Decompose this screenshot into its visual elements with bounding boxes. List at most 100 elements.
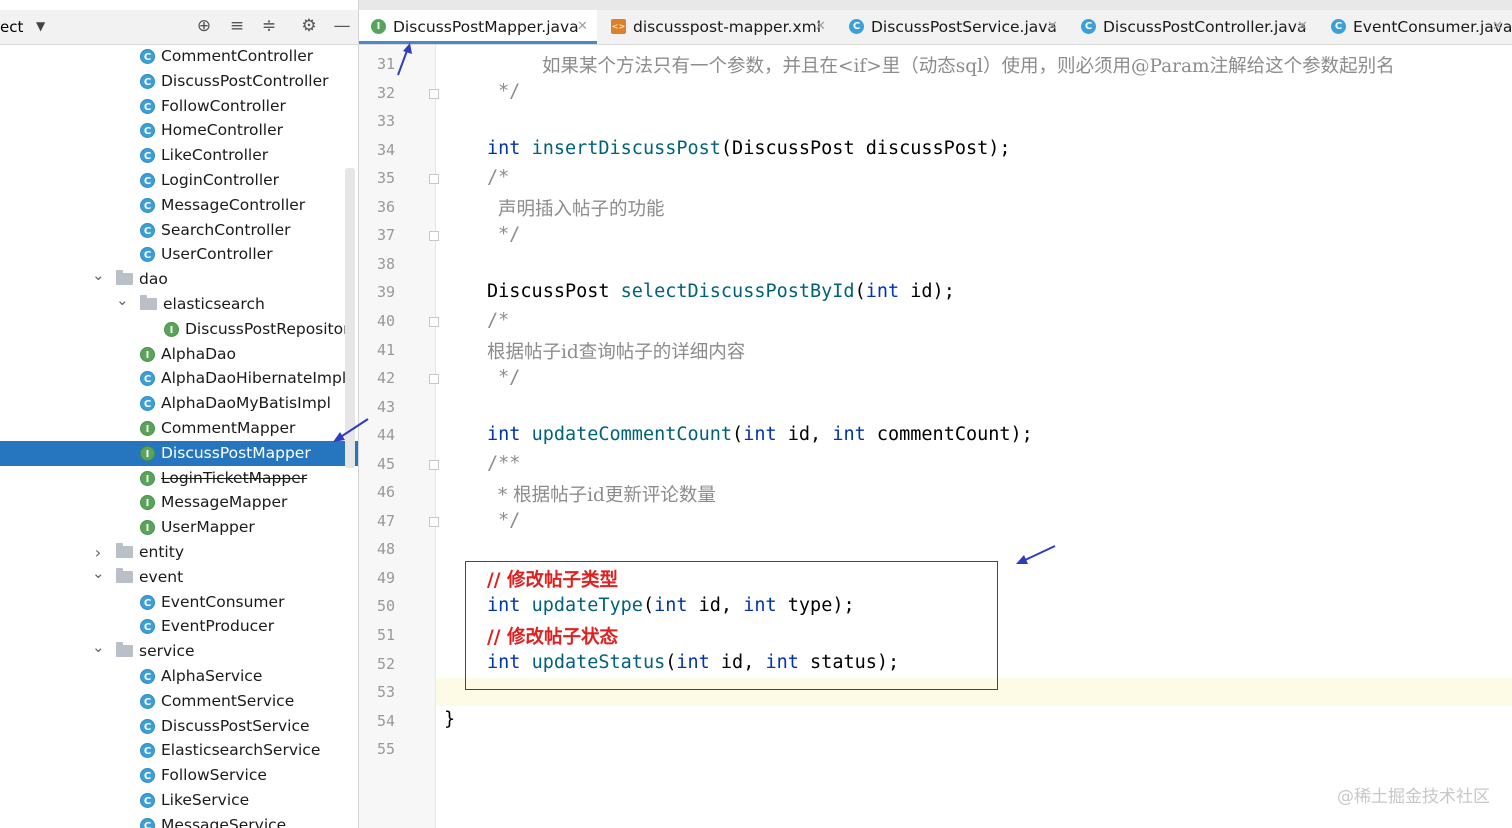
chevron-down-icon[interactable]: ▼ xyxy=(36,19,45,33)
tree-item[interactable]: C AlphaDaoHibernateImpl xyxy=(0,366,358,391)
tree-item[interactable]: C DiscussPostController xyxy=(0,69,358,94)
locate-icon[interactable]: ⊕ xyxy=(193,15,215,37)
editor-tab[interactable]: C EventConsumer.java ✕ xyxy=(1319,10,1512,44)
tree-item[interactable]: ⌄ dao xyxy=(0,266,358,292)
tree-item-label: entity xyxy=(139,543,184,561)
chevron-down-icon[interactable]: ⌄ xyxy=(92,263,105,288)
tree-item-label: LikeService xyxy=(161,791,250,809)
editor-tab[interactable]: <> discusspost-mapper.xml ✕ xyxy=(599,10,835,44)
tree-item[interactable]: I UserMapper xyxy=(0,515,358,540)
tree-item[interactable]: C EventConsumer xyxy=(0,590,358,615)
class-icon: C xyxy=(140,669,155,684)
tree-item[interactable]: I DiscussPostRepositor xyxy=(0,317,358,342)
method-params: id); xyxy=(899,281,955,302)
class-icon: C xyxy=(140,619,155,635)
tree-item[interactable]: I DiscussPostMapper xyxy=(0,440,358,466)
folder-icon xyxy=(116,543,133,558)
interface-icon: I xyxy=(164,321,179,337)
code-editor[interactable]: 如果某个方法只有一个参数，并且在<if>里（动态sql）使用，则必须用@Para… xyxy=(436,45,1512,828)
class-icon: C xyxy=(140,743,155,759)
tree-item-label: UserMapper xyxy=(161,518,255,537)
expand-all-icon[interactable]: ≡ xyxy=(226,15,248,37)
tree-item-label: CommentController xyxy=(161,47,314,65)
tree-item[interactable]: ⌄ elasticsearch xyxy=(0,291,358,317)
tree-item-label: LikeController xyxy=(161,146,269,165)
watermark: @稀土掘金技术社区 xyxy=(1337,787,1490,807)
interface-icon: I xyxy=(140,346,155,362)
gear-icon[interactable]: ⚙ xyxy=(298,15,320,37)
tree-item[interactable]: C AlphaService xyxy=(0,664,358,689)
close-icon[interactable]: ✕ xyxy=(1047,10,1058,44)
tree-item[interactable]: C MessageController xyxy=(0,193,358,218)
tree-item[interactable]: C LoginController xyxy=(0,168,358,193)
tree-item-label: SearchController xyxy=(161,220,291,239)
tree-item[interactable]: I MessageMapper xyxy=(0,490,358,515)
project-toolbar: ect ▼ ⊕ ≡ ≑ ⚙ — xyxy=(0,10,358,45)
tree-item[interactable]: › entity xyxy=(0,540,358,565)
tree-item[interactable]: I LoginTicketMapper xyxy=(0,466,358,491)
tree-item[interactable]: C FollowController xyxy=(0,94,358,119)
class-icon: C xyxy=(140,793,155,808)
tab-label: EventConsumer.java xyxy=(1353,18,1512,36)
editor-tab[interactable]: I DiscussPostMapper.java ✕ xyxy=(359,10,597,44)
line-number: 37 xyxy=(376,226,395,245)
tree-item[interactable]: C LikeService xyxy=(0,788,358,813)
chevron-down-icon[interactable]: ⌄ xyxy=(92,561,105,586)
project-view-title[interactable]: ect xyxy=(0,18,23,36)
tree-item[interactable]: I CommentMapper xyxy=(0,416,358,441)
class-icon: C xyxy=(140,49,155,64)
code-line-46: * 根据帖子id更新评论数量 xyxy=(498,485,716,506)
tree-item-label: ElasticsearchService xyxy=(161,741,321,760)
tree-item[interactable]: C HomeController xyxy=(0,118,358,143)
close-icon[interactable]: ✕ xyxy=(577,10,588,44)
editor-tab[interactable]: C DiscussPostService.java ✕ xyxy=(837,10,1067,44)
class-icon: C xyxy=(1331,19,1346,34)
code-line-37: */ xyxy=(498,224,521,245)
collapse-all-icon[interactable]: ≑ xyxy=(258,15,280,37)
tree-item-label: FollowController xyxy=(161,96,286,115)
tree-item[interactable]: C DiscussPostService xyxy=(0,714,358,739)
close-icon[interactable]: ✕ xyxy=(1492,10,1503,44)
line-number: 50 xyxy=(376,597,395,616)
tree-item[interactable]: C CommentService xyxy=(0,689,358,714)
tree-item-label: AlphaDao xyxy=(161,344,236,363)
keyword: int xyxy=(743,424,777,445)
tab-label: discusspost-mapper.xml xyxy=(633,18,822,36)
class-icon: C xyxy=(140,98,155,114)
line-number: 49 xyxy=(376,568,395,587)
tree-item[interactable]: C EventProducer xyxy=(0,614,358,639)
class-icon: C xyxy=(140,73,155,89)
code-line-42: */ xyxy=(498,367,521,388)
tree-item[interactable]: C LikeController xyxy=(0,143,358,168)
tree-item[interactable]: C FollowService xyxy=(0,763,358,788)
editor-tab[interactable]: C DiscussPostController.java ✕ xyxy=(1069,10,1317,44)
tree-item[interactable]: C MessageService xyxy=(0,813,358,828)
tree-item[interactable]: C UserController xyxy=(0,242,358,267)
tree-item[interactable]: C ElasticsearchService xyxy=(0,738,358,763)
hide-panel-icon[interactable]: — xyxy=(331,15,353,37)
tree-item[interactable]: ⌄ event xyxy=(0,564,358,590)
keyword: int xyxy=(832,424,866,445)
doc-comment-text: 如果某个方法只有一个参数，并且在<if>里（动态sql）使用，则必须用@Para… xyxy=(542,56,1395,77)
line-number: 45 xyxy=(376,454,395,473)
close-icon[interactable]: ✕ xyxy=(1297,10,1308,44)
interface-icon: I xyxy=(140,495,155,511)
tree-item[interactable]: C AlphaDaoMyBatisImpl xyxy=(0,391,358,416)
tree-item-label: LoginController xyxy=(161,171,280,189)
line-number: 34 xyxy=(376,140,395,159)
chevron-down-icon[interactable]: ⌄ xyxy=(92,635,105,660)
class-icon: C xyxy=(140,123,155,139)
class-icon: C xyxy=(140,222,155,238)
folder-icon xyxy=(116,642,133,658)
chevron-down-icon[interactable]: ⌄ xyxy=(116,288,129,313)
tree-item[interactable]: ⌄ service xyxy=(0,638,358,664)
tree-item-label: DiscussPostService xyxy=(161,716,310,735)
tree-item-label: LoginTicketMapper xyxy=(161,468,308,487)
tree-item-label: HomeController xyxy=(161,121,284,140)
close-icon[interactable]: ✕ xyxy=(815,10,826,44)
tree-item-label: MessageService xyxy=(161,815,287,828)
class-icon: C xyxy=(140,768,155,784)
tree-item[interactable]: C CommentController xyxy=(0,44,358,69)
tree-item[interactable]: I AlphaDao xyxy=(0,342,358,367)
tree-item[interactable]: C SearchController xyxy=(0,218,358,243)
